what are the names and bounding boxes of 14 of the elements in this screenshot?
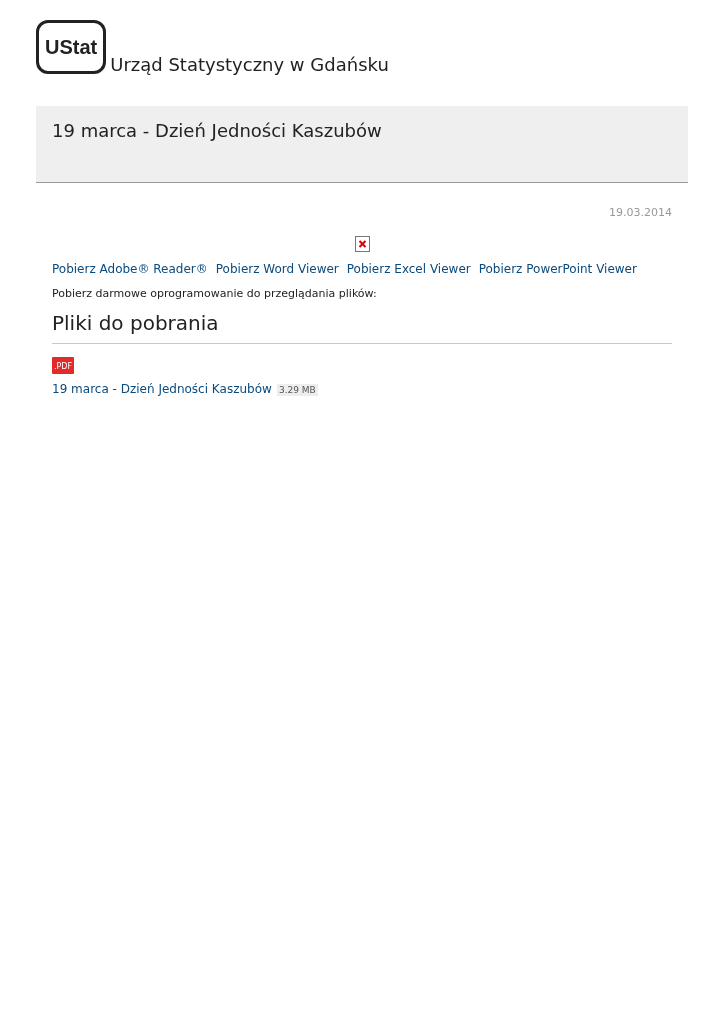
article-title: 19 marca - Dzień Jedności Kaszubów	[52, 120, 383, 142]
section-heading: Pliki do pobrania	[52, 311, 220, 335]
download-link[interactable]: Pobierz PowerPoint Viewer	[478, 262, 637, 276]
download-link[interactable]: Pobierz Adobe® Reader®	[52, 262, 208, 276]
download-link[interactable]: Pobierz Word Viewer	[215, 262, 339, 276]
article-date: 19.03.2014	[609, 206, 672, 219]
logo: UStat	[36, 20, 107, 74]
download-link[interactable]: Pobierz Excel Viewer	[346, 262, 471, 276]
broken-image-icon	[354, 235, 370, 252]
file-link[interactable]: 19 marca - Dzień Jedności Kaszubów	[52, 382, 272, 396]
pdf-icon: .PDF	[52, 357, 75, 374]
download-note: Pobierz darmowe oprogramowanie do przeglądania plików:	[52, 286, 378, 302]
site-name: Urząd Statystyczny w Gdańsku	[110, 56, 389, 74]
file-size: 3.29 MB	[276, 384, 318, 396]
